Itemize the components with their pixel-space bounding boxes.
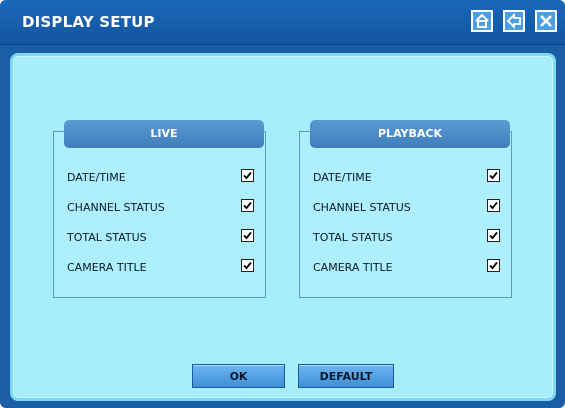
check-icon <box>489 171 498 180</box>
playback-group: PLAYBACK DATE/TIME CHANNEL STATUS TOTAL … <box>299 120 512 298</box>
home-button[interactable] <box>471 10 493 32</box>
playback-camera-title-checkbox[interactable] <box>487 259 500 272</box>
live-row-channel-status: CHANNEL STATUS <box>67 199 257 215</box>
ok-button[interactable]: OK <box>192 364 285 388</box>
live-date-time-label: DATE/TIME <box>67 171 126 184</box>
live-row-camera-title: CAMERA TITLE <box>67 259 257 275</box>
check-icon <box>243 171 252 180</box>
playback-date-time-label: DATE/TIME <box>313 171 372 184</box>
playback-row-camera-title: CAMERA TITLE <box>313 259 503 275</box>
live-total-status-checkbox[interactable] <box>241 229 254 242</box>
live-channel-status-checkbox[interactable] <box>241 199 254 212</box>
playback-channel-status-checkbox[interactable] <box>487 199 500 212</box>
check-icon <box>243 201 252 210</box>
playback-row-total-status: TOTAL STATUS <box>313 229 503 245</box>
playback-camera-title-label: CAMERA TITLE <box>313 261 393 274</box>
display-setup-window: DISPLAY SETUP LIVE DATE/TIME CHANNEL STA… <box>0 0 565 408</box>
playback-row-date-time: DATE/TIME <box>313 169 503 185</box>
home-icon <box>475 13 489 28</box>
playback-group-header: PLAYBACK <box>310 120 510 148</box>
check-icon <box>243 231 252 240</box>
live-group-header: LIVE <box>64 120 264 148</box>
playback-row-channel-status: CHANNEL STATUS <box>313 199 503 215</box>
playback-total-status-label: TOTAL STATUS <box>313 231 393 244</box>
live-total-status-label: TOTAL STATUS <box>67 231 147 244</box>
playback-channel-status-label: CHANNEL STATUS <box>313 201 411 214</box>
title-bar: DISPLAY SETUP <box>0 0 565 45</box>
playback-date-time-checkbox[interactable] <box>487 169 500 182</box>
playback-total-status-checkbox[interactable] <box>487 229 500 242</box>
live-group: LIVE DATE/TIME CHANNEL STATUS TOTAL STAT… <box>53 120 266 298</box>
check-icon <box>489 261 498 270</box>
live-date-time-checkbox[interactable] <box>241 169 254 182</box>
back-button[interactable] <box>503 10 525 32</box>
window-title: DISPLAY SETUP <box>22 13 155 31</box>
default-button[interactable]: DEFAULT <box>298 364 394 388</box>
live-channel-status-label: CHANNEL STATUS <box>67 201 165 214</box>
check-icon <box>243 261 252 270</box>
close-icon <box>540 15 552 27</box>
live-row-total-status: TOTAL STATUS <box>67 229 257 245</box>
live-camera-title-checkbox[interactable] <box>241 259 254 272</box>
live-camera-title-label: CAMERA TITLE <box>67 261 147 274</box>
back-arrow-icon <box>506 13 521 29</box>
check-icon <box>489 231 498 240</box>
check-icon <box>489 201 498 210</box>
settings-panel: LIVE DATE/TIME CHANNEL STATUS TOTAL STAT… <box>10 53 556 401</box>
live-row-date-time: DATE/TIME <box>67 169 257 185</box>
close-button[interactable] <box>535 10 557 32</box>
